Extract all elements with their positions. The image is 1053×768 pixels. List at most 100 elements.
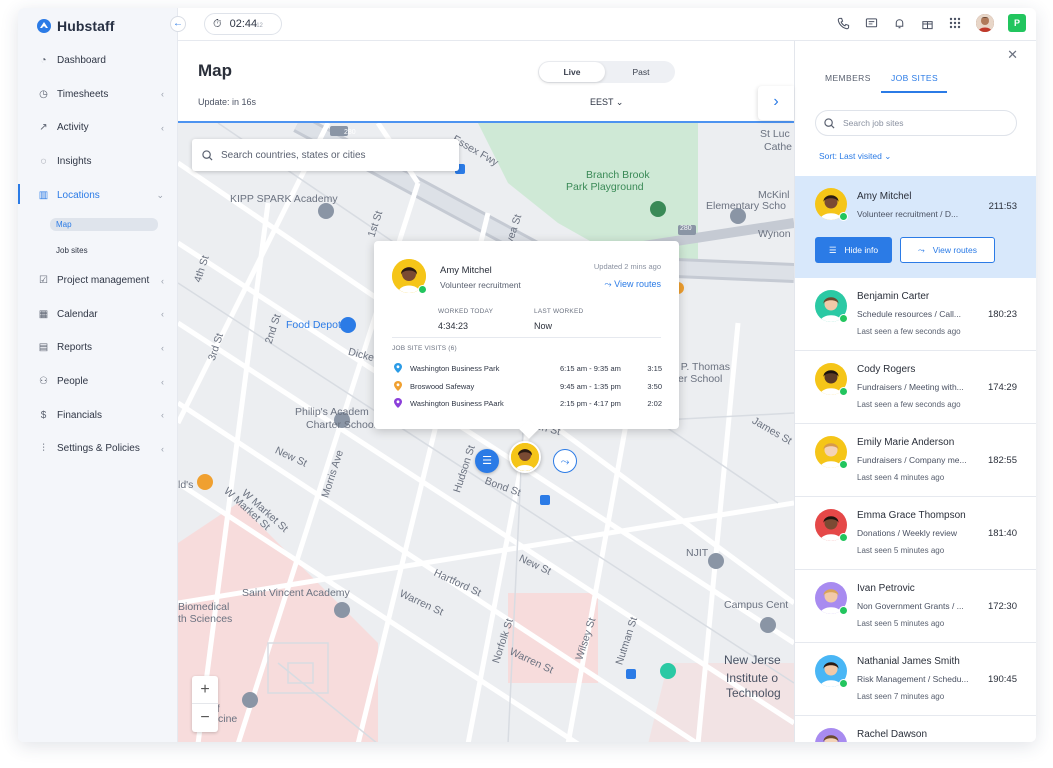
member-list-item[interactable]: Emma Grace Thompson Donations / Weekly re… [795, 497, 1036, 570]
online-status-dot [839, 533, 848, 542]
map-search[interactable]: Search countries, states or cities [192, 139, 459, 171]
tab-job-sites[interactable]: JOB SITES [891, 73, 938, 83]
map-label: Food Depot [286, 319, 341, 331]
view-routes-button[interactable]: ⤳ View routes [900, 237, 995, 263]
user-avatar[interactable] [976, 14, 994, 32]
member-last-seen: Last seen a few seconds ago [857, 327, 961, 336]
map-label: Philip's Academ [295, 406, 369, 418]
stopwatch-icon: ⏱ [213, 17, 222, 30]
checkbox-icon: ☑ [39, 275, 48, 287]
dollar-icon: $ [40, 409, 47, 421]
gift-icon[interactable] [920, 16, 934, 30]
job-sites-panel: ✕ MEMBERS JOB SITES Search job sites Sor… [794, 41, 1036, 742]
routes-icon: ⤳ [604, 279, 612, 289]
member-name: Cody Rogers [857, 364, 916, 375]
member-last-seen: Last seen a few seconds ago [857, 400, 961, 409]
member-list-item[interactable]: Benjamin Carter Schedule resources / Call… [795, 278, 1036, 351]
map-label: St Luc [760, 128, 790, 140]
marker-info-button[interactable]: ☰ [475, 449, 499, 473]
zoom-in-button[interactable]: + [192, 676, 218, 704]
sidebar-item-reports[interactable]: ▤ Reports ‹ [18, 331, 178, 365]
chevron-left-icon: ‹ [161, 89, 164, 100]
sidebar-item-activity[interactable]: ↗ Activity ‹ [18, 111, 178, 145]
visit-duration: 2:02 [647, 399, 662, 408]
sidebar-item-people[interactable]: ⚇ People ‹ [18, 365, 178, 399]
member-list-item[interactable]: Emily Marie Anderson Fundraisers / Compan… [795, 424, 1036, 497]
online-status-dot [418, 285, 427, 294]
location-pin-icon [394, 398, 402, 408]
visit-time-range: 6:15 am - 9:35 am [560, 364, 621, 373]
member-list-item[interactable]: Ivan Petrovic Non Government Grants / ...… [795, 570, 1036, 643]
sliders-icon: ⫶ [42, 443, 45, 455]
chevron-left-icon: ‹ [161, 275, 164, 286]
map-icon: ▥ [38, 189, 49, 201]
sort-dropdown[interactable]: Sort: Last visited ⌄ [819, 151, 891, 162]
job-sites-search-input[interactable]: Search job sites [815, 110, 1017, 136]
map-base [178, 123, 794, 742]
map-label: er School [678, 373, 723, 385]
sidebar-item-settings-policies[interactable]: ⫶ Settings & Policies ‹ [18, 432, 178, 466]
apps-grid-icon[interactable] [948, 16, 962, 30]
sidebar-item-label: Settings & Policies [57, 443, 140, 455]
member-last-seen: Last seen 7 minutes ago [857, 692, 945, 701]
close-panel-icon[interactable]: ✕ [1007, 47, 1018, 63]
toggle-live[interactable]: Live [539, 62, 605, 82]
map-label: cine [218, 713, 238, 725]
sidebar-subitem-label: Job sites [56, 246, 88, 256]
map-label: Wynon [758, 228, 791, 240]
sidebar-subitem-map[interactable]: Map [18, 212, 178, 238]
job-site-visits-label: JOB SITE VISITS (6) [392, 345, 457, 352]
timer-widget[interactable]: ⏱ 02:44 12 [204, 13, 282, 35]
member-list-item[interactable]: Amy Mitchel Volunteer recruitment / D... 2… [795, 176, 1036, 278]
job-site-visit-row[interactable]: Washington Business PAark 2:15 pm - 4:17 … [392, 398, 662, 412]
sidebar-item-timesheets[interactable]: ◷ Timesheets ‹ [18, 78, 178, 112]
member-tracked-time: 174:29 [987, 382, 1017, 393]
timezone-select[interactable]: EEST ⌄ [590, 97, 623, 108]
toggle-past[interactable]: Past [608, 62, 674, 82]
map-search-placeholder: Search countries, states or cities [221, 149, 366, 161]
sidebar-subitem-job-sites[interactable]: Job sites [18, 238, 178, 264]
sidebar-item-dashboard[interactable]: ◔ Dashboard [18, 44, 178, 78]
member-name: Amy Mitchel [857, 191, 912, 202]
routes-icon: ⤳ [917, 244, 925, 255]
sidebar-item-locations[interactable]: ▥ Locations ⌄ [18, 178, 178, 212]
map-label: NJIT [686, 547, 709, 559]
hide-info-button[interactable]: ☰ Hide info [815, 237, 892, 263]
expand-panel-button[interactable]: › [758, 86, 794, 120]
marker-routes-button[interactable]: ⤳ [553, 449, 577, 473]
job-site-visit-row[interactable]: Washington Business Park 6:15 am - 9:35 a… [392, 363, 662, 377]
sidebar-item-insights[interactable]: ◌ Insights [18, 145, 178, 179]
sidebar-item-financials[interactable]: $ Financials ‹ [18, 398, 178, 432]
member-avatar [815, 728, 847, 742]
sidebar-item-project-management[interactable]: ☑ Project management ‹ [18, 264, 178, 298]
organization-badge[interactable]: P [1008, 14, 1026, 32]
member-tracked-time: 181:40 [987, 528, 1017, 539]
sidebar-item-calendar[interactable]: ▦ Calendar ‹ [18, 298, 178, 332]
member-list-item[interactable]: Cody Rogers Fundraisers / Meeting with...… [795, 351, 1036, 424]
map-canvas[interactable]: Search countries, states or cities KIPP … [178, 121, 794, 742]
phone-icon[interactable] [836, 16, 850, 30]
visit-duration: 3:15 [647, 364, 662, 373]
tab-members[interactable]: MEMBERS [825, 73, 871, 83]
member-list-item[interactable]: Rachel Dawson150:11 [795, 716, 1036, 742]
map-label: New Jerse [724, 653, 781, 667]
job-site-visit-row[interactable]: Broswood Safeway 9:45 am - 1:35 pm 3:50 [392, 380, 662, 395]
sidebar-item-label: Reports [57, 342, 93, 354]
collapse-sidebar-button[interactable]: ← [170, 16, 186, 32]
popup-view-routes-link[interactable]: ⤳ View routes [604, 279, 661, 290]
visit-site-name: Washington Business PAark [410, 399, 504, 408]
online-status-dot [839, 212, 848, 221]
popup-name: Amy Mitchel [440, 265, 492, 276]
map-label: n P. Thomas [672, 361, 730, 373]
member-map-marker[interactable] [509, 441, 541, 473]
bell-icon[interactable] [892, 16, 906, 30]
online-status-dot [839, 387, 848, 396]
member-tracked-time: 180:23 [987, 309, 1017, 320]
logo[interactable]: Hubstaff [36, 16, 115, 36]
message-icon[interactable] [864, 16, 878, 30]
member-project-task: Risk Management / Schedu... [857, 674, 969, 684]
member-popup: Amy Mitchel Volunteer recruitment Update… [374, 241, 679, 429]
search-icon [202, 149, 213, 161]
member-list-item[interactable]: Nathanial James Smith Risk Management / S… [795, 643, 1036, 716]
zoom-out-button[interactable]: − [192, 704, 218, 732]
